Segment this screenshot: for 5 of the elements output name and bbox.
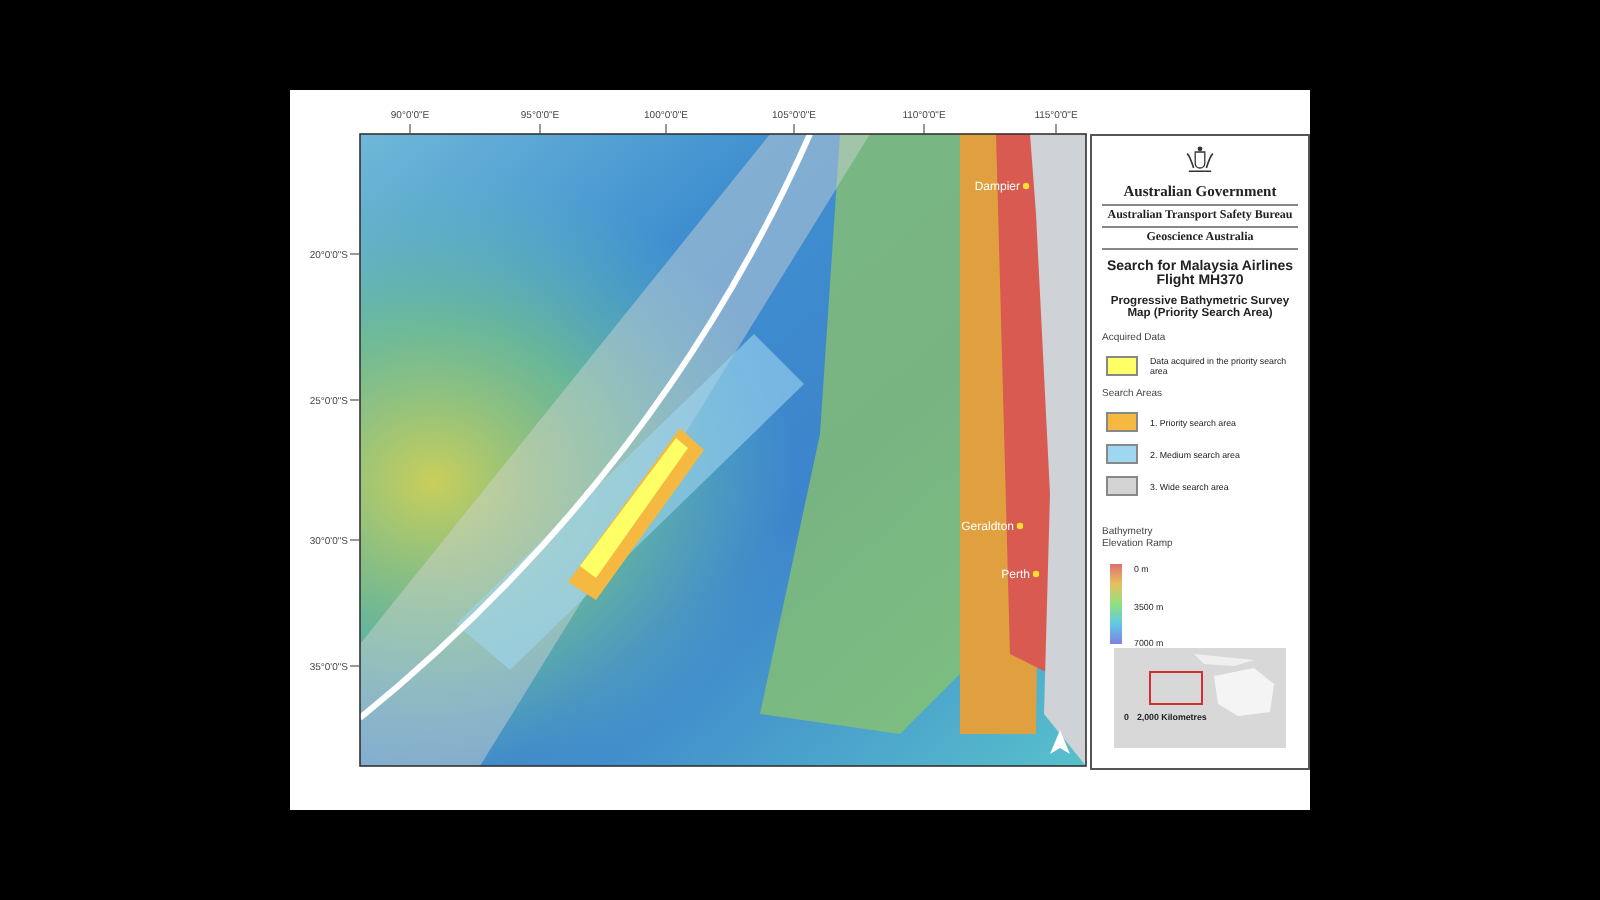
town-dot-icon <box>1022 182 1030 190</box>
north-arrow-icon <box>1050 730 1070 754</box>
town-dot-icon <box>1032 570 1040 578</box>
town-dot-icon <box>1016 522 1024 530</box>
elevation-color-ramp <box>1110 564 1122 644</box>
